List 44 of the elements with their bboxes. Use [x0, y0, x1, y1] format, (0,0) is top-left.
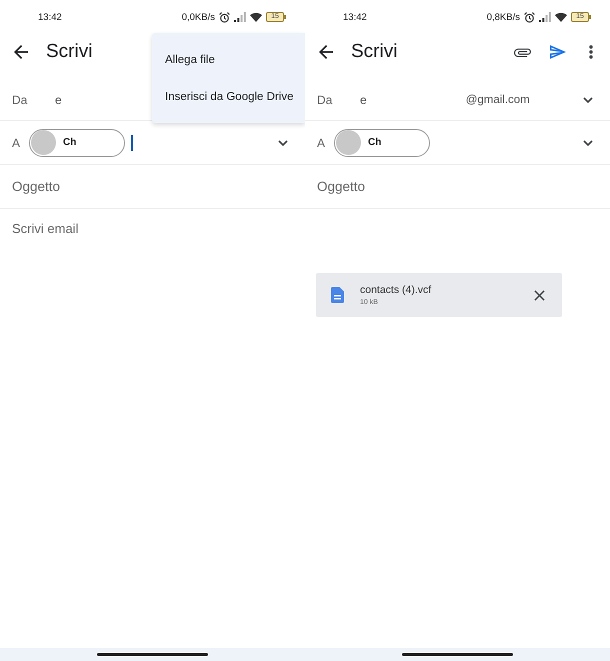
to-label: A — [12, 136, 20, 150]
network-speed: 0,0KB/s — [182, 12, 215, 22]
email-body-field[interactable]: Scrivi email — [0, 209, 305, 239]
avatar-icon — [336, 130, 362, 155]
signal-icon — [539, 12, 551, 22]
avatar-icon — [31, 130, 56, 155]
from-label: Da — [12, 92, 28, 106]
sender-name: e — [360, 92, 367, 106]
status-time: 13:42 — [38, 12, 62, 22]
chevron-down-icon[interactable] — [278, 140, 288, 146]
signal-icon — [234, 12, 246, 22]
screen-title: Scrivi — [351, 41, 398, 63]
more-options-icon[interactable] — [589, 45, 593, 59]
back-arrow-icon[interactable] — [319, 45, 333, 59]
recipient-chip[interactable]: Ch — [334, 128, 430, 156]
chevron-down-icon[interactable] — [583, 96, 593, 102]
recipient-chip[interactable]: Ch — [29, 128, 126, 156]
paperclip-icon[interactable] — [514, 48, 531, 56]
recipient-field[interactable]: A Ch — [305, 121, 610, 165]
from-label: Da — [317, 92, 334, 106]
wifi-icon — [555, 12, 567, 22]
back-arrow-icon[interactable] — [14, 45, 28, 59]
send-icon[interactable] — [550, 45, 566, 59]
attachment-name: contacts (4).vcf — [360, 284, 432, 296]
alarm-clock-icon — [524, 12, 535, 22]
document-icon — [331, 287, 344, 303]
wifi-icon — [250, 12, 262, 22]
sender-field[interactable]: Da e @gmail.com — [305, 79, 610, 121]
screen-title: Scrivi — [46, 41, 92, 63]
menu-item[interactable]: Allega file — [152, 41, 305, 78]
menu-item[interactable]: Inserisci da Google Drive — [152, 78, 305, 115]
sender-address: @gmail.com — [466, 94, 530, 106]
network-speed: 0,8KB/s — [486, 12, 520, 22]
subject-field[interactable]: Oggetto — [0, 165, 305, 209]
alarm-clock-icon — [219, 12, 230, 22]
sender-name: e — [55, 92, 62, 106]
gesture-handle[interactable] — [97, 653, 208, 656]
status-time: 13:42 — [343, 12, 367, 22]
text-cursor — [131, 134, 134, 150]
chevron-down-icon[interactable] — [583, 140, 593, 146]
subject-field[interactable]: Oggetto — [305, 165, 610, 209]
to-label: A — [317, 136, 326, 150]
close-icon[interactable] — [534, 290, 545, 300]
gesture-handle[interactable] — [402, 653, 513, 656]
